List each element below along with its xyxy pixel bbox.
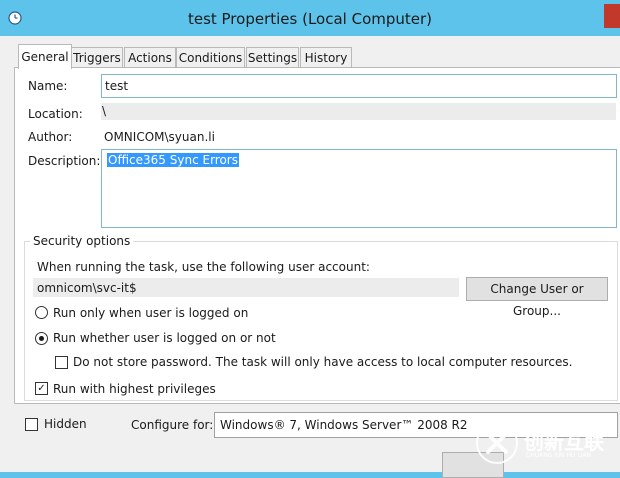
name-field[interactable]: test: [101, 74, 617, 98]
description-label: Description:: [28, 154, 101, 168]
account-prompt: When running the task, use the following…: [37, 260, 370, 274]
radio-logged-on[interactable]: [35, 306, 48, 319]
configure-for-value: Windows® 7, Windows Server™ 2008 R2: [220, 418, 468, 432]
no-store-password-checkbox[interactable]: [55, 356, 68, 369]
hidden-checkbox[interactable]: [25, 418, 38, 431]
no-store-password-label: Do not store password. The task will onl…: [73, 355, 573, 369]
highest-privileges-label: Run with highest privileges: [53, 382, 216, 396]
security-options-title: Security options: [30, 234, 134, 248]
tab-settings[interactable]: Settings: [246, 47, 299, 68]
tab-conditions[interactable]: Conditions: [176, 47, 245, 68]
user-account-value: omnicom\svc-it$: [37, 281, 137, 295]
hidden-label: Hidden: [44, 417, 87, 431]
close-button[interactable]: [604, 4, 620, 28]
location-value: \: [102, 104, 107, 118]
highest-privileges-checkbox[interactable]: ✓: [35, 382, 48, 395]
tab-triggers[interactable]: Triggers: [71, 47, 123, 68]
description-textarea[interactable]: Office365 Sync Errors: [101, 149, 617, 228]
radio-whether-logged-on[interactable]: [35, 332, 48, 345]
description-value: Office365 Sync Errors: [107, 153, 239, 167]
name-label: Name:: [28, 79, 68, 93]
watermark-en-text: CHUANG XIN HU LIAN: [526, 452, 592, 459]
user-account-field: omnicom\svc-it$: [33, 278, 459, 297]
author-label: Author:: [28, 130, 73, 144]
radio-logged-on-label: Run only when user is logged on: [53, 306, 249, 320]
location-label: Location:: [28, 107, 83, 121]
tab-general[interactable]: General: [18, 44, 72, 69]
name-value: test: [105, 79, 129, 93]
author-value: OMNICOM\syuan.li: [104, 130, 215, 144]
tab-actions[interactable]: Actions: [124, 47, 176, 68]
configure-for-label: Configure for:: [131, 418, 214, 432]
radio-whether-label: Run whether user is logged on or not: [53, 331, 276, 345]
watermark-logo: 创新互联 CHUANG XIN HU LIAN: [474, 418, 620, 468]
task-properties-dialog: test Properties (Local Computer) General…: [0, 0, 620, 478]
location-field: \: [101, 103, 616, 120]
watermark-cn-text: 创新互联: [524, 430, 604, 454]
watermark-x-icon: [476, 422, 518, 464]
window-title: test Properties (Local Computer): [187, 10, 433, 28]
tab-history[interactable]: History: [300, 47, 352, 68]
change-user-button[interactable]: Change User or Group...: [466, 277, 608, 318]
title-bar[interactable]: test Properties (Local Computer): [0, 0, 620, 36]
